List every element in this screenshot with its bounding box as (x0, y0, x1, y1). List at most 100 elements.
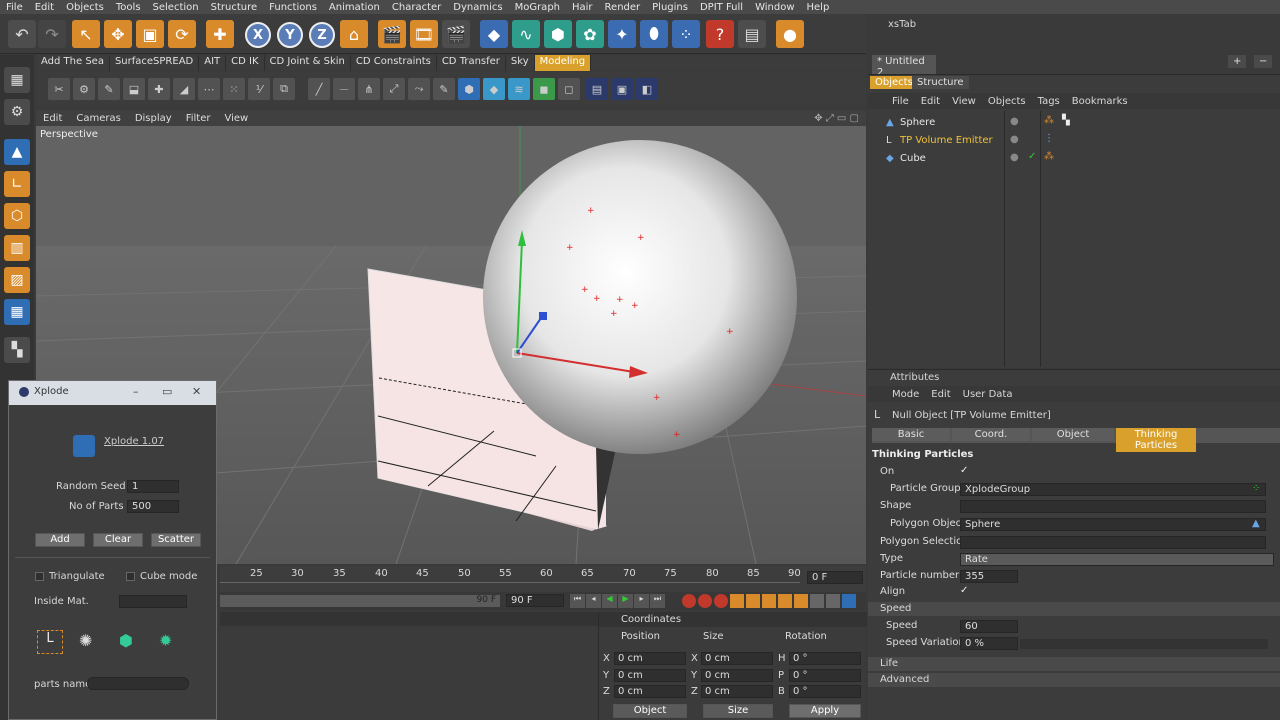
viewport-menu-cameras[interactable]: Cameras (69, 113, 127, 124)
pos-x-field[interactable]: 0 cm (614, 652, 686, 665)
go-to-end-icon[interactable]: ⏭ (650, 594, 665, 608)
nurbs-icon[interactable]: ⬢ (544, 20, 572, 48)
object-name[interactable]: Sphere (900, 117, 935, 128)
obj-menu-view[interactable]: View (952, 96, 976, 107)
loop-cut-icon[interactable]: ⋔ (358, 78, 380, 100)
attr-menu-mode[interactable]: Mode (892, 389, 919, 400)
keyframe-selection-icon[interactable] (714, 594, 728, 608)
apply-button[interactable]: Apply (789, 704, 861, 718)
viewport-menu-filter[interactable]: Filter (179, 113, 218, 124)
obj-menu-file[interactable]: File (892, 96, 909, 107)
fragment-icon[interactable]: ⬢ (119, 631, 133, 650)
scheme-icon[interactable] (826, 594, 840, 608)
menu-render[interactable]: Render (599, 2, 647, 13)
clone-icon[interactable]: ⧉ (273, 78, 295, 100)
menu-selection[interactable]: Selection (147, 2, 205, 13)
cube-mode-checkbox[interactable] (126, 572, 135, 581)
current-frame-field[interactable]: 0 F (807, 571, 863, 584)
x-axis-button[interactable]: X (245, 22, 271, 48)
record-icon[interactable] (682, 594, 696, 608)
render-view-icon[interactable]: 🎬 (378, 20, 406, 48)
tab-cd-joint-skin[interactable]: CD Joint & Skin (265, 55, 351, 71)
tab-cd-transfer[interactable]: CD Transfer (437, 55, 506, 71)
extrude-tool-icon[interactable]: ⬓ (123, 78, 145, 100)
maximize-icon[interactable]: ▭ (162, 385, 172, 398)
add-button[interactable]: Add (35, 533, 85, 547)
parts-name-field[interactable] (87, 677, 189, 690)
use-points-mode-icon[interactable]: ▲ (4, 139, 30, 165)
menu-structure[interactable]: Structure (205, 2, 264, 13)
viewport-nav-icons[interactable]: ✥ ⤢ ▭ ▢ (807, 113, 866, 124)
xplode-plugin-icon[interactable]: ⬢ (458, 78, 480, 100)
layout-settings-icon[interactable]: ▤ (738, 20, 766, 48)
use-uv-mode-icon[interactable]: ▥ (4, 235, 30, 261)
align-checkbox[interactable]: ✓ (960, 585, 968, 596)
knife-tool-icon[interactable]: ✂ (48, 78, 70, 100)
speed-field[interactable]: 60 (960, 620, 1018, 633)
menu-plugins[interactable]: Plugins (646, 2, 694, 13)
speed-section-header[interactable]: Speed (868, 602, 1280, 616)
inside-mat-field[interactable] (119, 595, 187, 608)
size-mode-dropdown[interactable]: Size (703, 704, 773, 718)
enabled-check-icon[interactable]: ✓ (1028, 151, 1036, 162)
brush-tool-icon[interactable]: ✎ (98, 78, 120, 100)
spline-icon[interactable]: ∿ (512, 20, 540, 48)
visibility-dots-icon[interactable]: ● (1010, 116, 1019, 127)
polygon-selection-field[interactable] (960, 536, 1266, 549)
xpresso-tag-icon[interactable]: ⋮ (1044, 133, 1054, 144)
menu-character[interactable]: Character (386, 2, 447, 13)
viewport-menu-view[interactable]: View (217, 113, 255, 124)
z-axis-button[interactable]: Z (309, 22, 335, 48)
object-name[interactable]: TP Volume Emitter (900, 135, 993, 146)
render-picture-viewer-icon[interactable]: 🎞 (410, 20, 438, 48)
autokey-icon[interactable] (698, 594, 712, 608)
shape-field[interactable] (960, 500, 1266, 513)
visibility-dots-icon[interactable]: ● (1010, 152, 1019, 163)
timeline-window-icon[interactable] (842, 594, 856, 608)
menu-help[interactable]: Help (801, 2, 836, 13)
render-settings-icon[interactable]: 🎬 (442, 20, 470, 48)
rotation-key-icon[interactable] (762, 594, 776, 608)
environment-icon[interactable]: ⬮ (640, 20, 668, 48)
object-row-sphere[interactable]: ▲ Sphere ● ⁂ ▚ (868, 115, 1280, 133)
spin-edge-icon[interactable]: ⤢ (383, 78, 405, 100)
life-section-header[interactable]: Life (868, 657, 1280, 671)
rot-h-field[interactable]: 0 ° (789, 652, 861, 665)
line-cut-icon[interactable]: ╱ (308, 78, 330, 100)
add-document-icon[interactable]: + (1228, 55, 1246, 68)
null-object-icon[interactable]: L (37, 630, 63, 654)
polygon-object-field[interactable]: Sphere (960, 518, 1266, 531)
play-back-icon[interactable]: ◀ (602, 594, 617, 608)
y-axis-button[interactable]: Y (277, 22, 303, 48)
position-key-icon[interactable] (730, 594, 744, 608)
bitmap-icon[interactable]: ▤ (586, 78, 608, 100)
tab-ait[interactable]: AIT (199, 55, 227, 71)
document-options-icon[interactable]: − (1254, 55, 1272, 68)
attr-tab-object[interactable]: Object (1032, 428, 1114, 441)
bevel-tool-icon[interactable]: ◢ (173, 78, 195, 100)
cube-primitive-icon[interactable]: ◆ (480, 20, 508, 48)
snap-icon[interactable]: ▦ (4, 299, 30, 325)
add-point-icon[interactable]: ✚ (148, 78, 170, 100)
viewport-menu-display[interactable]: Display (128, 113, 179, 124)
add-object-icon[interactable]: ✚ (206, 20, 234, 48)
speed-variation-slider[interactable] (1020, 639, 1268, 649)
weld-tool-icon[interactable]: ⋯ (198, 78, 220, 100)
texture-tag-icon[interactable]: ▚ (1062, 115, 1070, 126)
sphere-object[interactable] (483, 140, 797, 454)
attr-menu-edit[interactable]: Edit (931, 389, 950, 400)
obj-menu-edit[interactable]: Edit (921, 96, 940, 107)
size-y-field[interactable]: 0 cm (701, 669, 773, 682)
timeline-ruler[interactable]: 25 30 35 40 45 50 55 60 65 70 75 80 85 9… (220, 566, 801, 592)
pla-key-icon[interactable] (794, 594, 808, 608)
coordinate-system-icon[interactable]: ⌂ (340, 20, 368, 48)
tab-structure[interactable]: Structure (912, 76, 969, 89)
rot-b-field[interactable]: 0 ° (789, 685, 861, 698)
tab-modeling[interactable]: Modeling (534, 55, 592, 71)
tab-sky[interactable]: Sky (506, 55, 535, 71)
deformer-icon[interactable]: ✦ (608, 20, 636, 48)
red-cube-icon[interactable]: ◻ (558, 78, 580, 100)
menu-functions[interactable]: Functions (263, 2, 323, 13)
size-z-field[interactable]: 0 cm (701, 685, 773, 698)
phong-tag-icon[interactable]: ⁂ (1044, 151, 1054, 162)
